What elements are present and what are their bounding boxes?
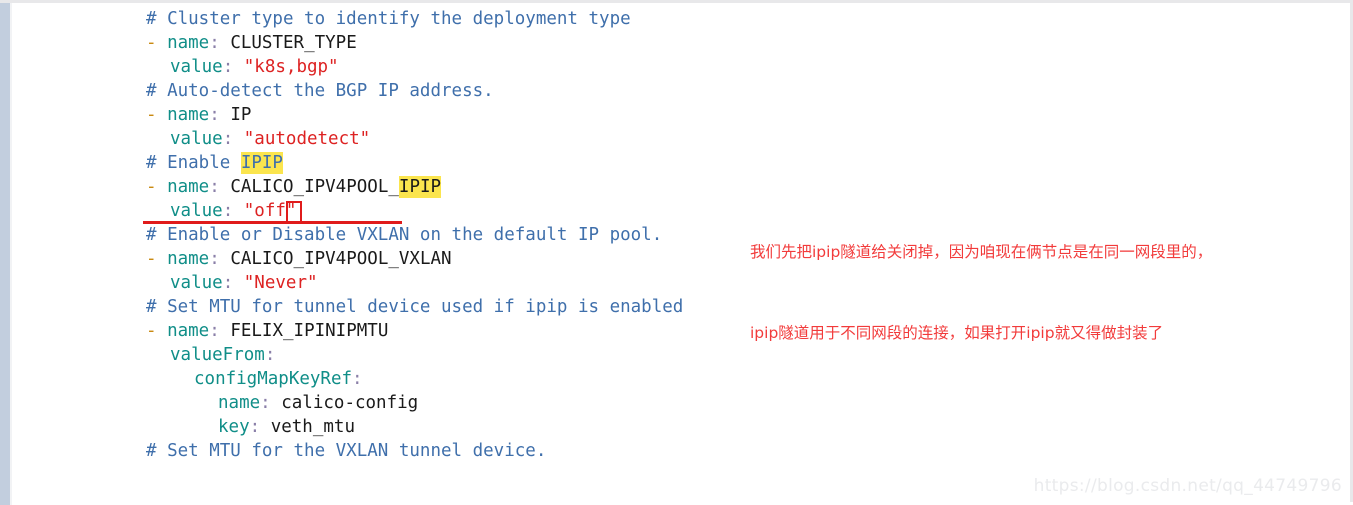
code-token-key: value (170, 57, 223, 77)
code-token-colon: : (209, 33, 220, 53)
code-editor-frame: # Cluster type to identify the deploymen… (0, 0, 1353, 505)
code-token-key: value (170, 201, 223, 221)
code-token-colon: : (264, 345, 276, 365)
code-token-comment: # Set MTU for the VXLAN tunnel device. (146, 441, 547, 461)
highlighted-token: IPIP (398, 176, 442, 198)
code-token-key: value (170, 129, 223, 149)
code-token-plain: FELIX_IPINIPMTU (219, 321, 389, 341)
code-token-colon: : (209, 321, 220, 341)
code-line[interactable]: value: "k8s,bgp" (0, 55, 1353, 79)
code-token-plain: veth_mtu (260, 417, 355, 437)
code-token-key: name (167, 177, 210, 197)
code-token-comment: # Enable or Disable VXLAN on the default… (146, 225, 663, 245)
code-token-colon: : (352, 369, 363, 389)
code-token-colon: : (209, 249, 220, 269)
chinese-annotation-note: 我们先把ipip隧道给关闭掉，因为咱现在俩节点是在同一网段里的， ipip隧道用… (750, 185, 1330, 401)
code-token-colon: : (209, 105, 220, 125)
code-token-key: configMapKeyRef (194, 369, 353, 389)
code-line[interactable]: key: veth_mtu (0, 415, 1353, 439)
code-line[interactable]: # Cluster type to identify the deploymen… (0, 7, 1353, 31)
code-token-plain: CALICO_IPV4POOL_ (219, 177, 399, 197)
code-token-key: name (218, 393, 261, 413)
code-token-comment: # Auto-detect the BGP IP address. (146, 81, 494, 101)
code-token-dash: - (146, 321, 168, 341)
code-token-plain: CLUSTER_TYPE (219, 33, 357, 53)
code-token-key: value (170, 273, 223, 293)
red-box-cursor-marker (286, 201, 302, 223)
code-token-string: "k8s,bgp" (233, 57, 339, 77)
code-token-dash: - (146, 177, 168, 197)
code-token-plain: CALICO_IPV4POOL_VXLAN (219, 249, 452, 269)
highlighted-token: IPIP (240, 152, 283, 174)
code-token-colon: : (222, 273, 234, 293)
code-token-colon: : (209, 177, 220, 197)
code-token-key: name (167, 249, 210, 269)
code-token-comment: # Set MTU for tunnel device used if ipip… (146, 297, 684, 317)
code-token-key: name (167, 105, 210, 125)
code-token-plain: calico-config (270, 393, 419, 413)
code-token-colon: : (222, 57, 234, 77)
code-token-string: "autodetect" (233, 129, 371, 149)
code-line[interactable]: - name: IP (0, 103, 1353, 127)
code-token-dash: - (146, 105, 168, 125)
code-token-key: key (218, 417, 250, 437)
code-line[interactable]: # Enable IPIP (0, 151, 1353, 175)
code-line[interactable]: - name: CLUSTER_TYPE (0, 31, 1353, 55)
code-token-key: name (167, 321, 210, 341)
code-token-colon: : (222, 201, 234, 221)
csdn-watermark: https://blog.csdn.net/qq_44749796 (1033, 476, 1342, 496)
code-line[interactable]: # Set MTU for the VXLAN tunnel device. (0, 439, 1353, 463)
annotation-line-2: ipip隧道用于不同网段的连接，如果打开ipip就又得做封装了 (750, 324, 1164, 342)
code-token-dash: - (146, 249, 168, 269)
code-token-colon: : (260, 393, 271, 413)
code-token-plain: IP (219, 105, 252, 125)
code-token-key: name (167, 33, 210, 53)
red-underline-marker (143, 221, 402, 224)
code-token-dash: - (146, 33, 168, 53)
code-line[interactable]: # Auto-detect the BGP IP address. (0, 79, 1353, 103)
annotation-line-1: 我们先把ipip隧道给关闭掉，因为咱现在俩节点是在同一网段里的， (750, 243, 1213, 261)
code-token-comment: # Enable (146, 153, 241, 173)
code-token-colon: : (249, 417, 261, 437)
code-line[interactable]: value: "autodetect" (0, 127, 1353, 151)
code-token-string: "Never" (233, 273, 318, 293)
code-token-comment: # Cluster type to identify the deploymen… (146, 9, 631, 29)
code-token-key: valueFrom (170, 345, 265, 365)
code-token-colon: : (222, 129, 234, 149)
